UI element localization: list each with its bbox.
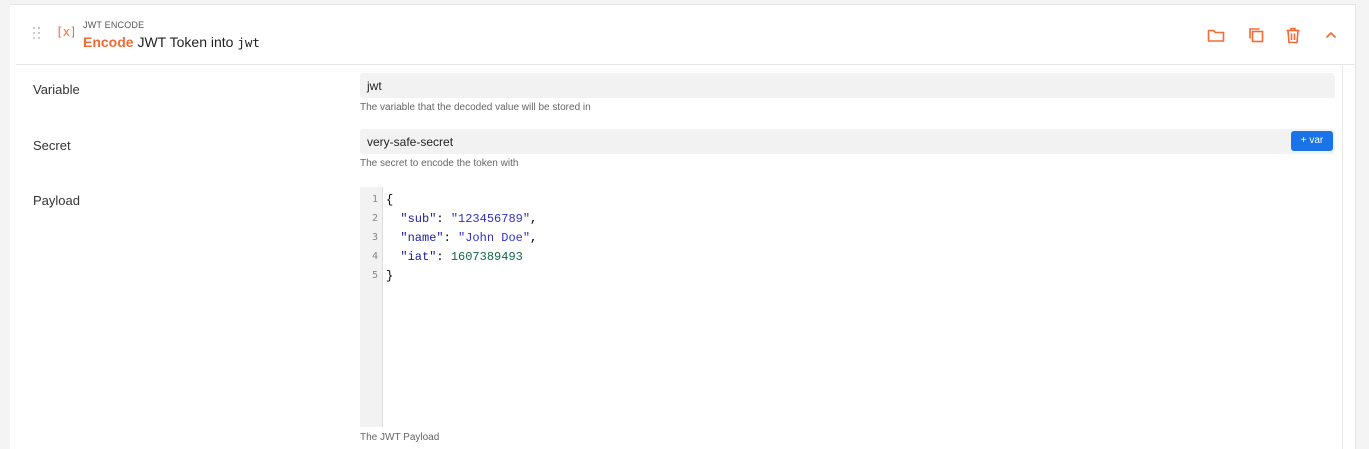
step-title-keyword: Encode: [83, 34, 134, 50]
step-type-label: JWT ENCODE: [83, 20, 145, 30]
folder-icon[interactable]: [1206, 25, 1226, 45]
code-token: "sub": [400, 212, 437, 226]
code-token: ,: [530, 231, 538, 245]
step-title-variable: jwt: [237, 35, 260, 50]
code-token: "John Doe": [458, 231, 531, 245]
trash-icon[interactable]: [1283, 25, 1303, 45]
line-number: 1: [371, 194, 378, 205]
secret-label: Secret: [33, 138, 71, 153]
step-title: Encode JWT Token into jwt: [83, 34, 260, 50]
scrollbar-track[interactable]: [1342, 66, 1343, 449]
line-number-gutter: 1 2 3 4 5: [360, 187, 383, 427]
drag-handle-icon[interactable]: [33, 27, 43, 43]
line-number: 5: [371, 270, 378, 281]
code-line[interactable]: "name": "John Doe",: [386, 231, 537, 245]
variable-help-text: The variable that the decoded value will…: [360, 102, 591, 113]
insert-variable-button[interactable]: + var: [1291, 131, 1333, 151]
chevron-up-icon[interactable]: [1321, 25, 1341, 45]
step-body: Variable jwt The variable that the decod…: [16, 66, 1343, 449]
code-token: "iat": [400, 250, 437, 264]
line-number: 3: [371, 232, 378, 243]
step-title-text: JWT Token into: [133, 34, 238, 50]
payload-help-text: The JWT Payload: [360, 432, 440, 443]
variable-input[interactable]: jwt: [360, 73, 1335, 98]
code-token: 1607389493: [450, 250, 523, 264]
code-token: {: [386, 193, 394, 207]
code-token: :: [443, 231, 459, 245]
code-token: "123456789": [450, 212, 531, 226]
line-number: 2: [371, 213, 378, 224]
code-line[interactable]: "iat": 1607389493: [386, 250, 523, 264]
jwt-encode-step-card: [x] JWT ENCODE Encode JWT Token into jwt: [10, 4, 1356, 449]
code-line[interactable]: "sub": "123456789",: [386, 212, 537, 226]
copy-icon[interactable]: [1246, 25, 1266, 45]
code-line[interactable]: }: [386, 269, 393, 283]
secret-help-text: The secret to encode the token with: [360, 158, 519, 169]
payload-code-editor[interactable]: 1 2 3 4 5 { "sub": "123456789", "name": "Joh…: [360, 187, 1335, 427]
line-number: 4: [371, 251, 378, 262]
secret-input[interactable]: very-safe-secret + var: [360, 129, 1335, 154]
secret-input-value: very-safe-secret: [367, 135, 454, 149]
code-token: :: [436, 212, 451, 226]
code-line[interactable]: {: [386, 193, 393, 207]
code-token: "name": [400, 231, 444, 245]
code-token: }: [386, 269, 394, 283]
code-token: ,: [530, 212, 538, 226]
variable-label: Variable: [33, 82, 80, 97]
payload-label: Payload: [33, 193, 80, 208]
variable-type-icon: [x]: [56, 25, 77, 39]
step-header[interactable]: [x] JWT ENCODE Encode JWT Token into jwt: [16, 5, 1355, 65]
code-token: :: [436, 250, 451, 264]
